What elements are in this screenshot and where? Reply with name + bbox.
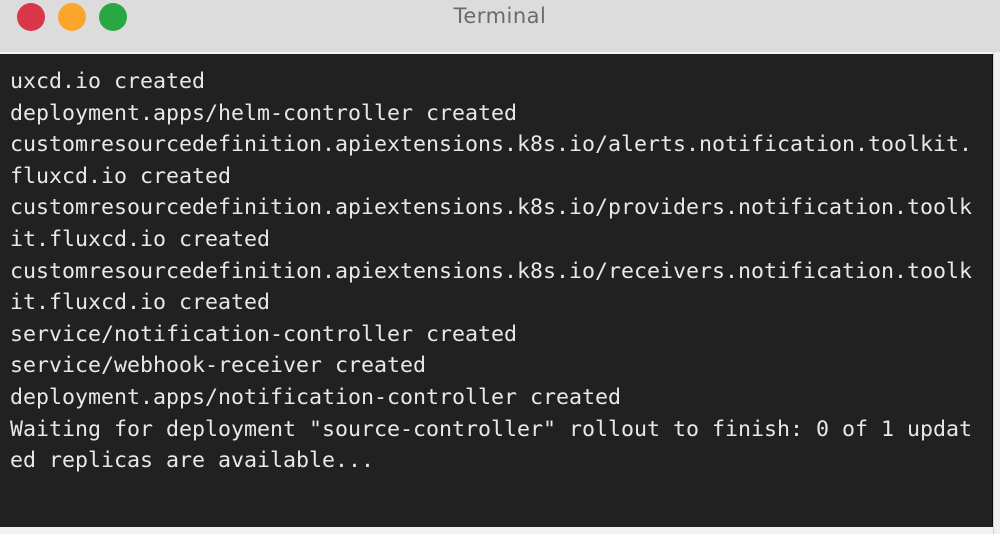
terminal-line: ed replicas are available... <box>10 448 375 474</box>
terminal-output-area[interactable]: uxcd.io created deployment.apps/helm-cont… <box>0 54 993 527</box>
terminal-line: customresourcedefinition.apiextensions.k… <box>10 195 973 221</box>
window-title: Terminal <box>453 4 547 28</box>
terminal-line: service/notification-controller created <box>10 321 518 347</box>
terminal-window: Terminal uxcd.io created deployment.apps/… <box>0 0 1000 534</box>
terminal-line: fluxcd.io created <box>10 163 232 189</box>
terminal-line: deployment.apps/notification-controller … <box>10 384 622 410</box>
terminal-line: uxcd.io created <box>10 69 206 94</box>
terminal-line: Waiting for deployment "source-controlle… <box>10 416 973 442</box>
terminal-line: deployment.apps/helm-controller created <box>10 100 518 126</box>
terminal-line: customresourcedefinition.apiextensions.k… <box>10 132 973 158</box>
terminal-line: it.fluxcd.io created <box>10 226 271 252</box>
terminal-line: it.fluxcd.io created <box>10 290 271 316</box>
title-bar[interactable]: Terminal <box>0 0 1000 52</box>
terminal-line: service/webhook-receiver created <box>10 353 427 379</box>
vertical-scrollbar[interactable] <box>993 52 1000 534</box>
window-bottom-edge <box>0 527 993 534</box>
terminal-line: customresourcedefinition.apiextensions.k… <box>10 258 973 284</box>
terminal-output: uxcd.io created deployment.apps/helm-cont… <box>10 66 972 477</box>
